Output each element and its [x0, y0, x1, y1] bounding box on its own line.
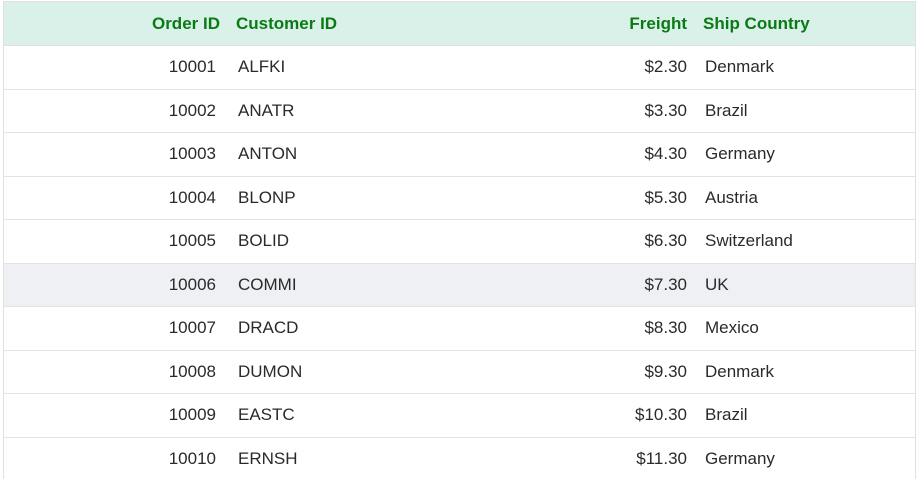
cell-order-id: 10004 — [168, 187, 216, 207]
cell-freight: $4.30 — [644, 144, 687, 164]
table-row[interactable]: 10002 ANATR $3.30 Brazil — [4, 89, 915, 133]
table-row-hovered[interactable]: 10006 COMMI $7.30 UK — [4, 263, 915, 307]
cell-freight: $2.30 — [644, 57, 687, 77]
orders-grid: Order ID Customer ID Freight Ship Countr… — [3, 1, 916, 481]
cell-order-id: 10006 — [168, 274, 216, 294]
column-header-ship-country[interactable]: Ship Country — [695, 2, 915, 45]
cell-freight: $11.30 — [636, 449, 687, 469]
cell-order-id: 10007 — [168, 318, 216, 338]
cell-ship-country: Brazil — [705, 100, 748, 120]
cell-customer-id: ANATR — [238, 100, 295, 120]
cell-freight: $9.30 — [644, 361, 687, 381]
cell-customer-id: DRACD — [238, 318, 299, 338]
cell-order-id: 10002 — [168, 100, 216, 120]
cell-customer-id: ALFKI — [238, 57, 286, 77]
cell-ship-country: Denmark — [705, 57, 774, 77]
cell-customer-id: BOLID — [238, 231, 290, 251]
cell-order-id: 10009 — [168, 405, 216, 425]
table-row[interactable]: 10008 DUMON $9.30 Denmark — [4, 350, 915, 394]
table-row[interactable]: 10001 ALFKI $2.30 Denmark — [4, 46, 915, 90]
cell-ship-country: Austria — [705, 187, 758, 207]
cell-freight: $7.30 — [644, 274, 687, 294]
cell-freight: $5.30 — [644, 187, 687, 207]
cell-order-id: 10003 — [168, 144, 216, 164]
column-header-customer-id[interactable]: Customer ID — [228, 2, 611, 45]
cell-freight: $3.30 — [644, 100, 687, 120]
cell-ship-country: Germany — [705, 144, 775, 164]
cell-order-id: 10010 — [168, 449, 216, 469]
cell-customer-id: ANTON — [238, 144, 298, 164]
cell-ship-country: Switzerland — [705, 231, 793, 251]
cell-freight: $10.30 — [635, 405, 687, 425]
cell-customer-id: BLONP — [238, 187, 296, 207]
cell-freight: $6.30 — [644, 231, 687, 251]
cell-ship-country: Mexico — [705, 318, 759, 338]
table-row[interactable]: 10010 ERNSH $11.30 Germany — [4, 437, 915, 481]
table-row[interactable]: 10003 ANTON $4.30 Germany — [4, 133, 915, 177]
cell-customer-id: DUMON — [238, 361, 303, 381]
column-header-order-id[interactable]: Order ID — [4, 2, 228, 45]
cell-customer-id: ERNSH — [238, 449, 298, 469]
table-row[interactable]: 10004 BLONP $5.30 Austria — [4, 176, 915, 220]
cell-freight: $8.30 — [644, 318, 687, 338]
table-row[interactable]: 10009 EASTC $10.30 Brazil — [4, 394, 915, 438]
grid-header: Order ID Customer ID Freight Ship Countr… — [4, 2, 915, 46]
cell-order-id: 10005 — [168, 231, 216, 251]
cell-order-id: 10001 — [168, 57, 216, 77]
cell-customer-id: COMMI — [238, 274, 297, 294]
cell-ship-country: Germany — [705, 449, 775, 469]
column-header-freight[interactable]: Freight — [611, 2, 695, 45]
cell-customer-id: EASTC — [238, 405, 295, 425]
cell-order-id: 10008 — [168, 361, 216, 381]
cell-ship-country: UK — [705, 274, 729, 294]
table-row[interactable]: 10005 BOLID $6.30 Switzerland — [4, 220, 915, 264]
table-row[interactable]: 10007 DRACD $8.30 Mexico — [4, 307, 915, 351]
cell-ship-country: Brazil — [705, 405, 748, 425]
cell-ship-country: Denmark — [705, 361, 774, 381]
